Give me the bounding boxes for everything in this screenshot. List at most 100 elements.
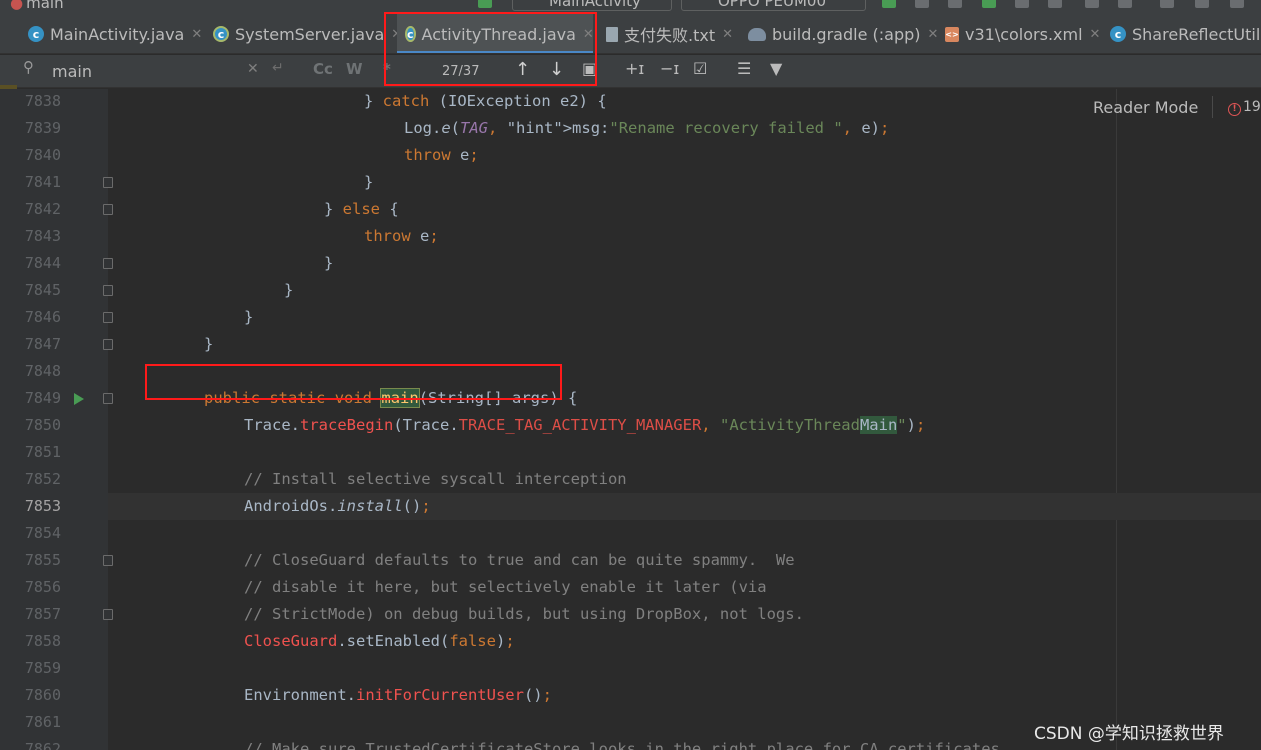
clear-search-icon[interactable]: ✕ (247, 61, 259, 77)
profile-icon[interactable] (1015, 0, 1029, 8)
tab-colors-xml[interactable]: <> v31\colors.xml ✕ (945, 14, 1101, 53)
close-icon[interactable]: ✕ (1090, 27, 1101, 42)
fold-marker-icon[interactable] (103, 609, 113, 620)
code-line[interactable]: // Install selective syscall interceptio… (108, 466, 1261, 493)
close-icon[interactable]: ✕ (722, 27, 733, 42)
remove-selection-icon[interactable]: −ɪ (660, 59, 679, 78)
line-number: 7850 (24, 416, 61, 434)
code-line[interactable]: Trace.traceBegin(Trace.TRACE_TAG_ACTIVIT… (108, 412, 1261, 439)
regex-toggle[interactable]: * (383, 60, 391, 78)
line-number: 7845 (24, 281, 61, 299)
code-line[interactable]: } (108, 304, 1261, 331)
tab-label: build.gradle (:app) (772, 24, 921, 44)
fold-marker-icon[interactable] (103, 177, 113, 188)
select-all-checkbox-icon[interactable]: ☑ (693, 59, 707, 78)
whole-words-toggle[interactable]: W (346, 60, 363, 78)
device-selector[interactable]: OPPO PEUM00 (681, 0, 866, 11)
code-line[interactable]: throw e; (108, 142, 1261, 169)
line-number: 7858 (24, 632, 61, 650)
match-counter: 27/37 (442, 64, 480, 79)
main-toolbar: ● main MainActivity OPPO PEUM00 (0, 0, 1261, 14)
fold-marker-icon[interactable] (103, 393, 113, 404)
run-icon[interactable] (882, 0, 896, 8)
code-line[interactable]: Log.e(TAG, "hint">msg:"Rename recovery f… (108, 115, 1261, 142)
fold-marker-icon[interactable] (103, 204, 113, 215)
fold-marker-icon[interactable] (103, 258, 113, 269)
code-line[interactable]: } else { (108, 196, 1261, 223)
line-number: 7859 (24, 659, 61, 677)
gradle-icon (748, 27, 766, 41)
tab-activity-thread[interactable]: c ActivityThread.java ✕ (397, 14, 594, 53)
code-line[interactable]: } (108, 169, 1261, 196)
update-icon[interactable] (1230, 0, 1244, 8)
close-icon[interactable]: ✕ (583, 27, 594, 42)
line-number: 7841 (24, 173, 61, 191)
tab-label: 支付失败.txt (624, 26, 716, 45)
code-line[interactable] (108, 655, 1261, 682)
code-line[interactable]: // StrictMode) on debug builds, but usin… (108, 601, 1261, 628)
tab-label: v31\colors.xml (965, 24, 1083, 44)
code-line[interactable]: Environment.initForCurrentUser(); (108, 682, 1261, 709)
fold-marker-icon[interactable] (103, 312, 113, 323)
filter-options-icon[interactable]: ☰ (737, 59, 751, 78)
apply-code-changes-icon[interactable] (948, 0, 962, 8)
code-line[interactable]: public static void main(String[] args) { (108, 385, 1261, 412)
line-number: 7840 (24, 146, 61, 164)
line-number: 7856 (24, 578, 61, 596)
module-icon: ● (10, 0, 24, 12)
code-line[interactable] (108, 439, 1261, 466)
line-number: 7853 (24, 497, 61, 515)
code-line[interactable]: CloseGuard.setEnabled(false); (108, 628, 1261, 655)
tab-main-activity[interactable]: c MainActivity.java ✕ (28, 14, 202, 53)
device-manager-icon[interactable] (1160, 0, 1174, 8)
line-number: 7846 (24, 308, 61, 326)
line-number: 7839 (24, 119, 61, 137)
close-icon[interactable]: ✕ (928, 27, 939, 42)
tab-payment-failed-txt[interactable]: 支付失败.txt ✕ (606, 14, 733, 53)
code-line[interactable]: } (108, 277, 1261, 304)
fold-marker-icon[interactable] (103, 285, 113, 296)
fold-marker-icon[interactable] (103, 555, 113, 566)
code-line[interactable]: } catch (IOException e2) { (108, 88, 1261, 115)
java-class-icon: c (1110, 26, 1126, 42)
next-occurrence-icon[interactable]: ↓ (549, 59, 564, 80)
watermark: CSDN @学知识拯救世界 (1034, 724, 1224, 744)
filter-icon[interactable]: ▼ (770, 59, 782, 78)
line-number: 7860 (24, 686, 61, 704)
tab-share-reflect-util[interactable]: c ShareReflectUtil.j (1110, 14, 1261, 53)
code-line[interactable]: throw e; (108, 223, 1261, 250)
match-case-toggle[interactable]: Cc (313, 60, 333, 78)
breadcrumb[interactable]: ● main (10, 0, 64, 12)
hammer-icon[interactable] (478, 0, 492, 8)
tab-label: MainActivity.java (50, 24, 185, 44)
java-class-icon: c (213, 26, 229, 42)
line-number: 7857 (24, 605, 61, 623)
new-line-icon[interactable]: ↵ (272, 60, 284, 76)
code-line[interactable]: // disable it here, but selectively enab… (108, 574, 1261, 601)
line-number: 7843 (24, 227, 61, 245)
debug-icon[interactable] (982, 0, 996, 8)
code-line[interactable] (108, 520, 1261, 547)
code-line[interactable]: AndroidOs.install(); (108, 493, 1261, 520)
sdk-manager-icon[interactable] (1195, 0, 1209, 8)
code-line[interactable]: } (108, 250, 1261, 277)
line-number: 7854 (24, 524, 61, 542)
run-config-selector[interactable]: MainActivity (512, 0, 672, 11)
stop-icon[interactable] (1118, 0, 1132, 8)
apply-changes-icon[interactable] (915, 0, 929, 8)
xml-file-icon: <> (945, 26, 959, 42)
add-selection-icon[interactable]: +ɪ (625, 59, 644, 78)
sync-icon[interactable] (1085, 0, 1099, 8)
code-line[interactable] (108, 358, 1261, 385)
close-icon[interactable]: ✕ (191, 27, 202, 42)
previous-occurrence-icon[interactable]: ↑ (515, 59, 530, 80)
run-main-gutter-icon[interactable] (74, 393, 84, 405)
tab-system-server[interactable]: c SystemServer.java ✕ (213, 14, 402, 53)
select-all-occurrences-icon[interactable]: ▣ (582, 59, 597, 78)
attach-debugger-icon[interactable] (1048, 0, 1062, 8)
java-class-icon: c (405, 26, 416, 42)
code-line[interactable]: // CloseGuard defaults to true and can b… (108, 547, 1261, 574)
fold-marker-icon[interactable] (103, 339, 113, 350)
code-line[interactable]: } (108, 331, 1261, 358)
tab-build-gradle[interactable]: build.gradle (:app) ✕ (748, 14, 939, 53)
